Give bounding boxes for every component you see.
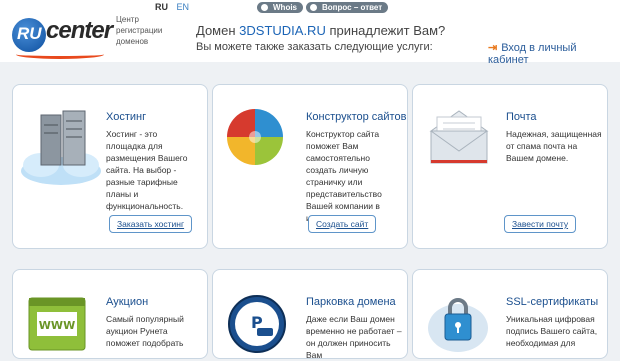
card-title[interactable]: Аукцион [106, 296, 148, 308]
service-card-mail: Почта Надежная, защищенная от спама почт… [412, 84, 608, 249]
whois-button[interactable]: Whois [257, 2, 303, 13]
card-text: Конструктор сайта поможет Вам самостояте… [306, 129, 382, 223]
envelope-icon [429, 110, 489, 164]
rucenter-logo[interactable]: RU center Центр регистрации доменов [12, 14, 163, 59]
globe-icon [261, 4, 268, 11]
login-arrow-icon: ⇥ [488, 42, 498, 54]
service-card-ssl: SSL-сертификаты Уникальная цифровая подп… [412, 269, 608, 359]
login-link[interactable]: ⇥ Вход в личный кабинет [488, 41, 620, 66]
service-card-hosting: Хостинг Хостинг - это площадка для разме… [12, 84, 208, 249]
card-title[interactable]: Конструктор сайтов [306, 111, 406, 123]
card-title[interactable]: Парковка домена [306, 296, 396, 308]
card-title[interactable]: Почта [506, 111, 537, 123]
puzzle-globe-icon [227, 109, 283, 165]
card-text: Самый популярный аукцион Рунета поможет … [106, 314, 184, 348]
domain-question: Домен 3DSTUDIA.RU принадлежит Вам? [196, 23, 446, 38]
domain-name-link[interactable]: 3DSTUDIA.RU [239, 23, 326, 38]
lang-en[interactable]: EN [177, 2, 190, 12]
card-text: Даже если Ваш домен временно не работает… [306, 314, 402, 360]
offer-text: Вы можете также заказать следующие услуг… [196, 41, 433, 53]
card-text: Уникальная цифровая подпись Вашего сайта… [506, 314, 598, 348]
logo-word: center [46, 17, 113, 44]
card-text: Надежная, защищенная от спама почта на В… [506, 129, 602, 163]
card-title[interactable]: Хостинг [106, 111, 146, 123]
logo-swoosh [16, 50, 104, 59]
question-icon [310, 4, 317, 11]
order-hosting-button[interactable]: Заказать хостинг [109, 215, 193, 233]
card-text: Хостинг - это площадка для размещения Ва… [106, 129, 188, 211]
logo-globe-icon: RU [12, 18, 46, 52]
svg-text:WWW: WWW [39, 319, 75, 332]
card-title[interactable]: SSL-сертификаты [506, 296, 598, 308]
lang-ru[interactable]: RU [155, 2, 168, 12]
faq-button[interactable]: Вопрос – ответ [306, 2, 389, 13]
create-mail-button[interactable]: Завести почту [504, 215, 577, 233]
service-card-auction: WWW Аукцион Самый популярный аукцион Рун… [12, 269, 208, 359]
service-card-parking: P Парковка домена Даже если Ваш домен вр… [212, 269, 408, 360]
www-window-icon: WWW [28, 297, 86, 351]
parking-icon: P [228, 295, 286, 353]
service-card-builder: Конструктор сайтов Конструктор сайта пом… [212, 84, 408, 249]
language-switch: RU EN [155, 2, 189, 12]
header: RU center Центр регистрации доменов RU E… [0, 0, 620, 66]
logo-tagline: Центр регистрации доменов [116, 15, 163, 46]
server-cloud-icon [21, 110, 101, 185]
lock-certificate-icon [428, 298, 488, 352]
create-site-button[interactable]: Создать сайт [308, 215, 377, 233]
